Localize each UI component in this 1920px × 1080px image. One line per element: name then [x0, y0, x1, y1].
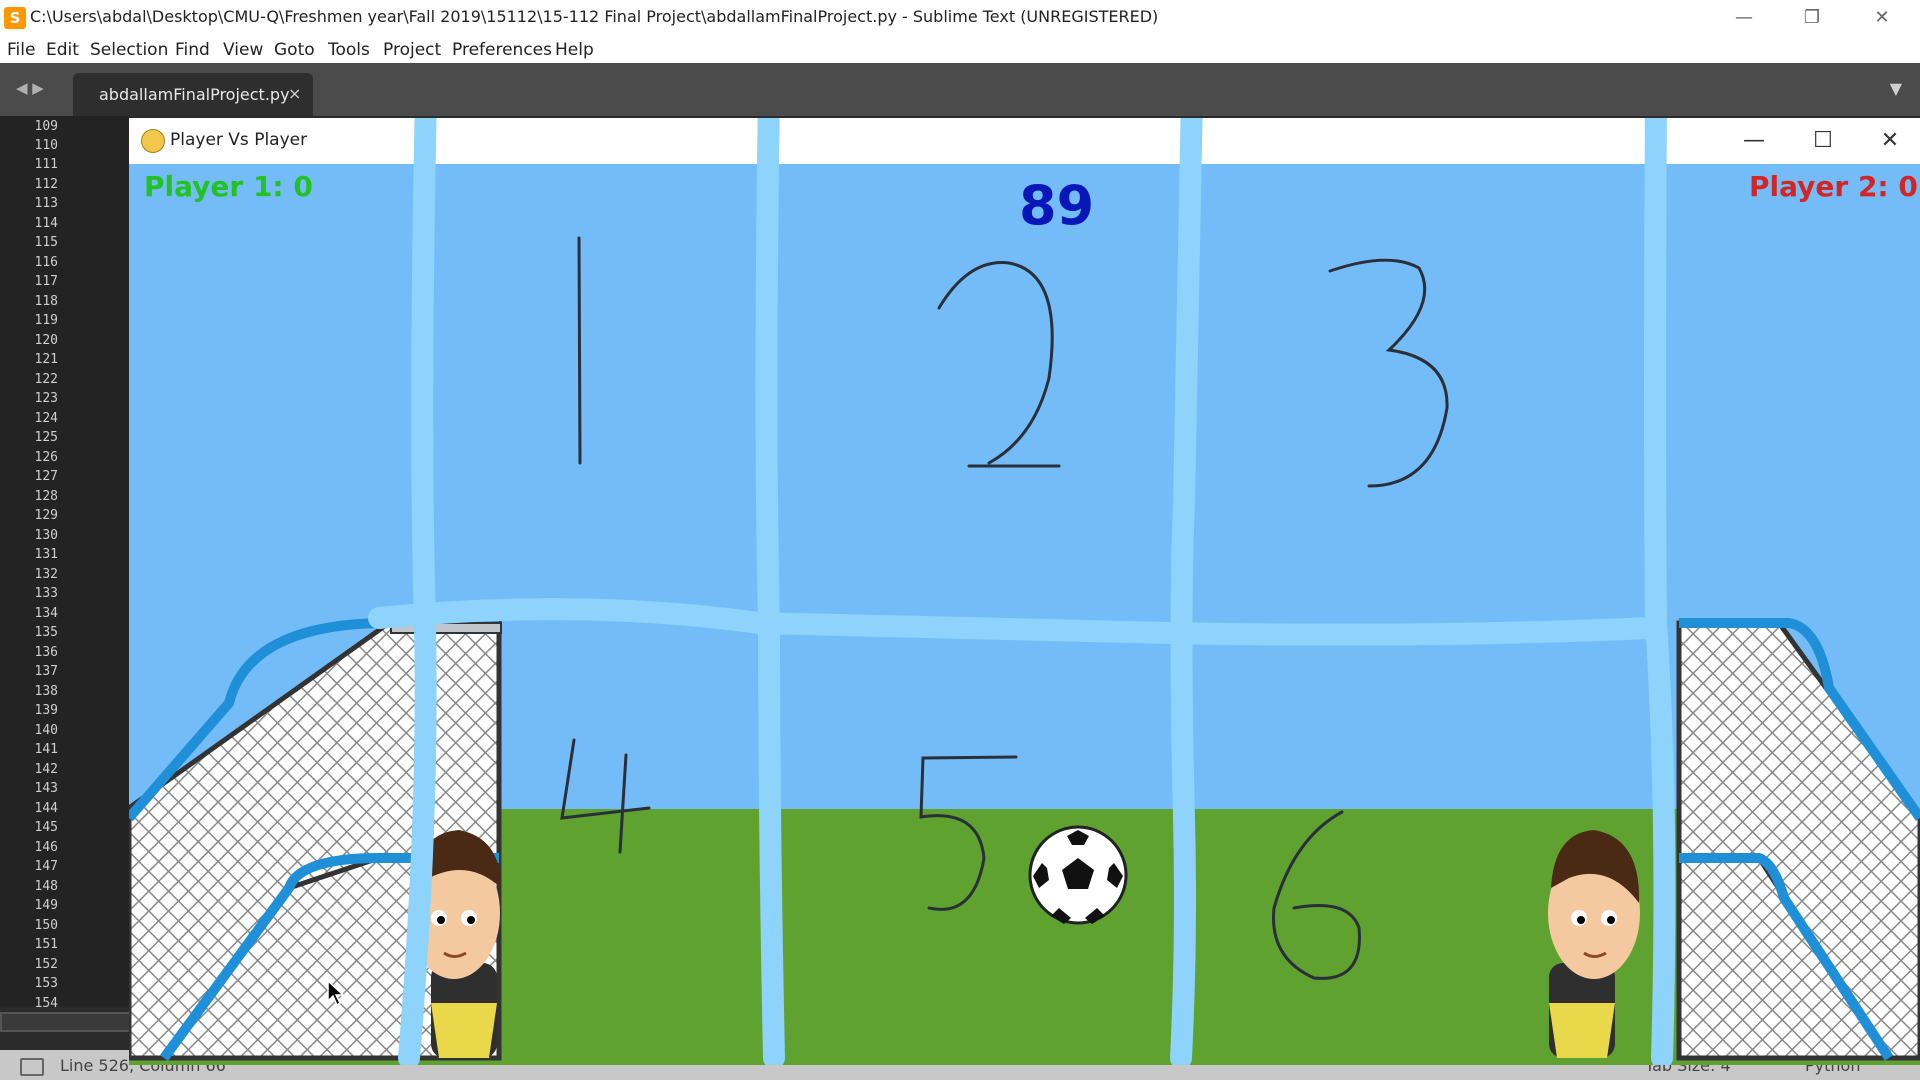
line-number: 118	[34, 294, 58, 309]
player1-score: Player 1: 0	[144, 170, 313, 203]
sublime-logo-icon: S	[4, 7, 26, 29]
line-number: 114	[34, 216, 58, 231]
game-field-canvas	[129, 118, 1920, 1065]
tab-close-icon[interactable]: ×	[288, 84, 301, 103]
player-head-icon	[1548, 830, 1640, 1058]
line-number: 132	[34, 567, 58, 582]
menu-help[interactable]: Help	[555, 40, 594, 60]
line-number: 139	[34, 703, 58, 718]
line-number: 148	[34, 879, 58, 894]
close-icon[interactable]: ✕	[1852, 0, 1912, 36]
line-number: 153	[34, 976, 58, 991]
line-number: 111	[34, 157, 58, 172]
line-number: 141	[34, 742, 58, 757]
line-number: 123	[34, 391, 58, 406]
line-number: 133	[34, 586, 58, 601]
line-number: 150	[34, 918, 58, 933]
window-title: C:\Users\abdal\Desktop\CMU-Q\Freshmen ye…	[30, 7, 1159, 26]
line-number: 127	[34, 469, 58, 484]
line-number: 137	[34, 664, 58, 679]
line-number: 138	[34, 684, 58, 699]
tab-file[interactable]: abdallamFinalProject.py ×	[73, 73, 313, 116]
line-number: 110	[34, 138, 58, 153]
zone-grid-lines	[368, 118, 1676, 1065]
line-number: 121	[34, 352, 58, 367]
line-number: 144	[34, 801, 58, 816]
tab-bar: ◀ ▶ abdallamFinalProject.py × ▼	[0, 63, 1920, 116]
line-number: 120	[34, 333, 58, 348]
menu-find[interactable]: Find	[175, 40, 210, 60]
line-number: 136	[34, 645, 58, 660]
menu-tools[interactable]: Tools	[328, 40, 370, 60]
line-number: 154	[34, 996, 58, 1011]
horizontal-scrollbar[interactable]	[0, 1012, 132, 1032]
line-number: 142	[34, 762, 58, 777]
menu-bar: File Edit Selection Find View Goto Tools…	[0, 36, 1920, 63]
cursor-icon	[327, 980, 345, 1006]
line-number: 151	[34, 937, 58, 952]
game-window: Player Vs Player — ☐ ✕ Player 1: 0 Playe…	[129, 118, 1920, 1065]
line-number: 135	[34, 625, 58, 640]
tab-label: abdallamFinalProject.py	[99, 85, 290, 104]
line-number: 124	[34, 411, 58, 426]
menu-goto[interactable]: Goto	[274, 40, 315, 60]
line-number: 126	[34, 450, 58, 465]
line-number: 140	[34, 723, 58, 738]
line-number: 116	[34, 255, 58, 270]
menu-selection[interactable]: Selection	[90, 40, 168, 60]
line-number: 128	[34, 489, 58, 504]
line-number: 122	[34, 372, 58, 387]
restore-icon[interactable]: ❐	[1782, 0, 1842, 36]
line-number: 145	[34, 820, 58, 835]
goal-net-icon	[1676, 618, 1920, 1061]
line-number: 131	[34, 547, 58, 562]
match-timer: 89	[1019, 174, 1095, 237]
soccer-ball-icon[interactable]	[1028, 825, 1128, 925]
tab-dropdown-icon[interactable]: ▼	[1890, 79, 1902, 98]
menu-preferences[interactable]: Preferences	[452, 40, 552, 60]
line-number: 147	[34, 859, 58, 874]
line-number: 152	[34, 957, 58, 972]
player2-score: Player 2: 0	[1749, 170, 1918, 203]
line-number: 113	[34, 196, 58, 211]
menu-view[interactable]: View	[223, 40, 263, 60]
console-toggle-icon[interactable]	[20, 1058, 44, 1076]
line-number: 130	[34, 528, 58, 543]
sublime-title-bar: S C:\Users\abdal\Desktop\CMU-Q\Freshmen …	[0, 0, 1920, 36]
menu-edit[interactable]: Edit	[46, 40, 79, 60]
line-gutter: 109 110 111 112 113 114 115 116 117 118 …	[0, 116, 130, 1011]
line-number: 143	[34, 781, 58, 796]
tab-nav-arrows[interactable]: ◀ ▶	[16, 79, 44, 97]
line-number: 134	[34, 606, 58, 621]
minimize-icon[interactable]: —	[1714, 0, 1774, 36]
line-number: 115	[34, 235, 58, 250]
menu-file[interactable]: File	[7, 40, 35, 60]
line-number: 119	[34, 313, 58, 328]
line-number: 146	[34, 840, 58, 855]
line-number: 109	[34, 119, 58, 134]
line-number: 125	[34, 430, 58, 445]
menu-project[interactable]: Project	[383, 40, 441, 60]
line-number: 149	[34, 898, 58, 913]
line-number: 129	[34, 508, 58, 523]
line-number: 117	[34, 274, 58, 289]
line-number: 112	[34, 177, 58, 192]
